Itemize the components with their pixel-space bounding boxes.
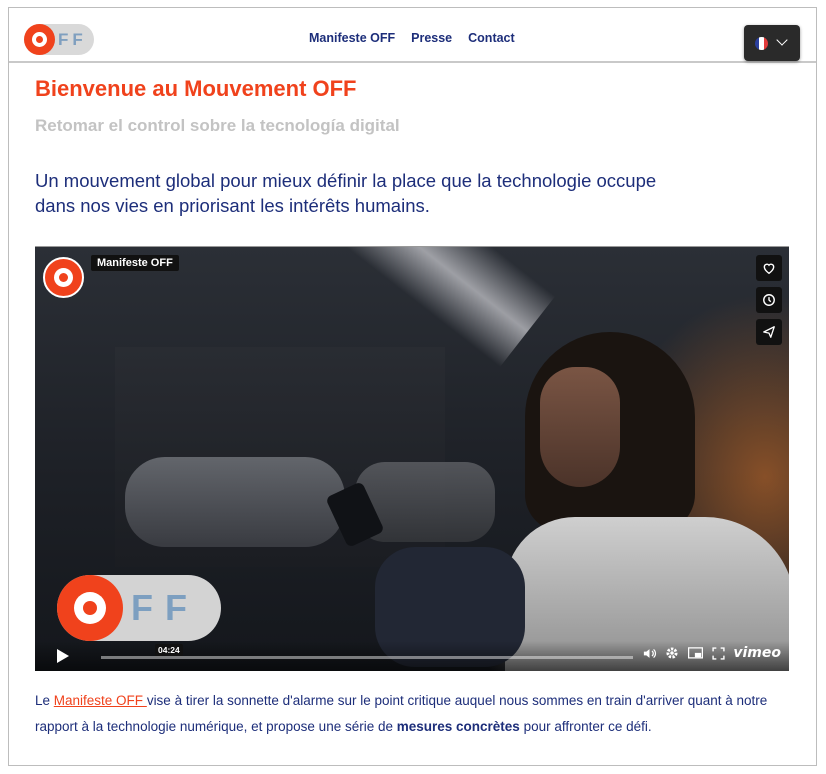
- page-frame: FF Manifeste OFF Presse Contact Bienvenu…: [8, 7, 817, 766]
- intro-suffix: pour affronter ce défi.: [519, 718, 652, 734]
- chevron-down-icon: [776, 34, 788, 46]
- video-player[interactable]: Manifeste OFF FF 04:24 vimeo: [35, 246, 789, 671]
- nav-item-manifeste[interactable]: Manifeste OFF: [309, 31, 395, 45]
- main-nav: Manifeste OFF Presse Contact: [309, 31, 515, 45]
- language-selector[interactable]: [744, 25, 800, 61]
- site-logo[interactable]: FF: [24, 24, 94, 55]
- progress-track[interactable]: 04:24: [101, 644, 633, 659]
- vimeo-logo[interactable]: vimeo: [733, 645, 781, 661]
- fullscreen-icon[interactable]: [710, 645, 726, 661]
- video-overlay-logo: FF: [57, 575, 221, 641]
- clock-icon[interactable]: [756, 287, 782, 313]
- video-overlay-logo-letters: FF: [131, 587, 199, 628]
- video-time: 04:24: [155, 644, 183, 656]
- channel-avatar[interactable]: [43, 257, 84, 298]
- page-title: Bienvenue au Mouvement OFF: [35, 76, 357, 101]
- site-header: FF Manifeste OFF Presse Contact: [9, 8, 816, 63]
- volume-icon[interactable]: [641, 645, 657, 661]
- intro-prefix: Le: [35, 693, 54, 708]
- lead-text: Un mouvement global pour mieux définir l…: [35, 170, 657, 216]
- manifeste-link[interactable]: Manifeste OFF: [54, 693, 147, 708]
- intro-bold: mesures concrètes: [396, 718, 520, 734]
- logo-circle-icon: [24, 24, 55, 55]
- logo-letters: FF: [58, 30, 87, 49]
- video-controls: 04:24 vimeo: [35, 641, 789, 671]
- heart-icon[interactable]: [756, 255, 782, 281]
- nav-item-contact[interactable]: Contact: [468, 31, 515, 45]
- logo-circle-icon: [57, 575, 123, 641]
- france-flag-icon: [755, 37, 768, 50]
- page-subtitle: Retomar el control sobre la tecnología d…: [35, 116, 400, 135]
- video-scene-face: [540, 367, 620, 487]
- play-icon[interactable]: [57, 649, 69, 663]
- channel-title[interactable]: Manifeste OFF: [91, 255, 179, 271]
- pip-icon[interactable]: [687, 645, 703, 661]
- nav-item-presse[interactable]: Presse: [411, 31, 452, 45]
- video-scene-pillow: [125, 457, 345, 547]
- send-icon[interactable]: [756, 319, 782, 345]
- intro-paragraph: Le Manifeste OFF vise à tirer la sonnett…: [35, 688, 775, 739]
- settings-icon[interactable]: [664, 645, 680, 661]
